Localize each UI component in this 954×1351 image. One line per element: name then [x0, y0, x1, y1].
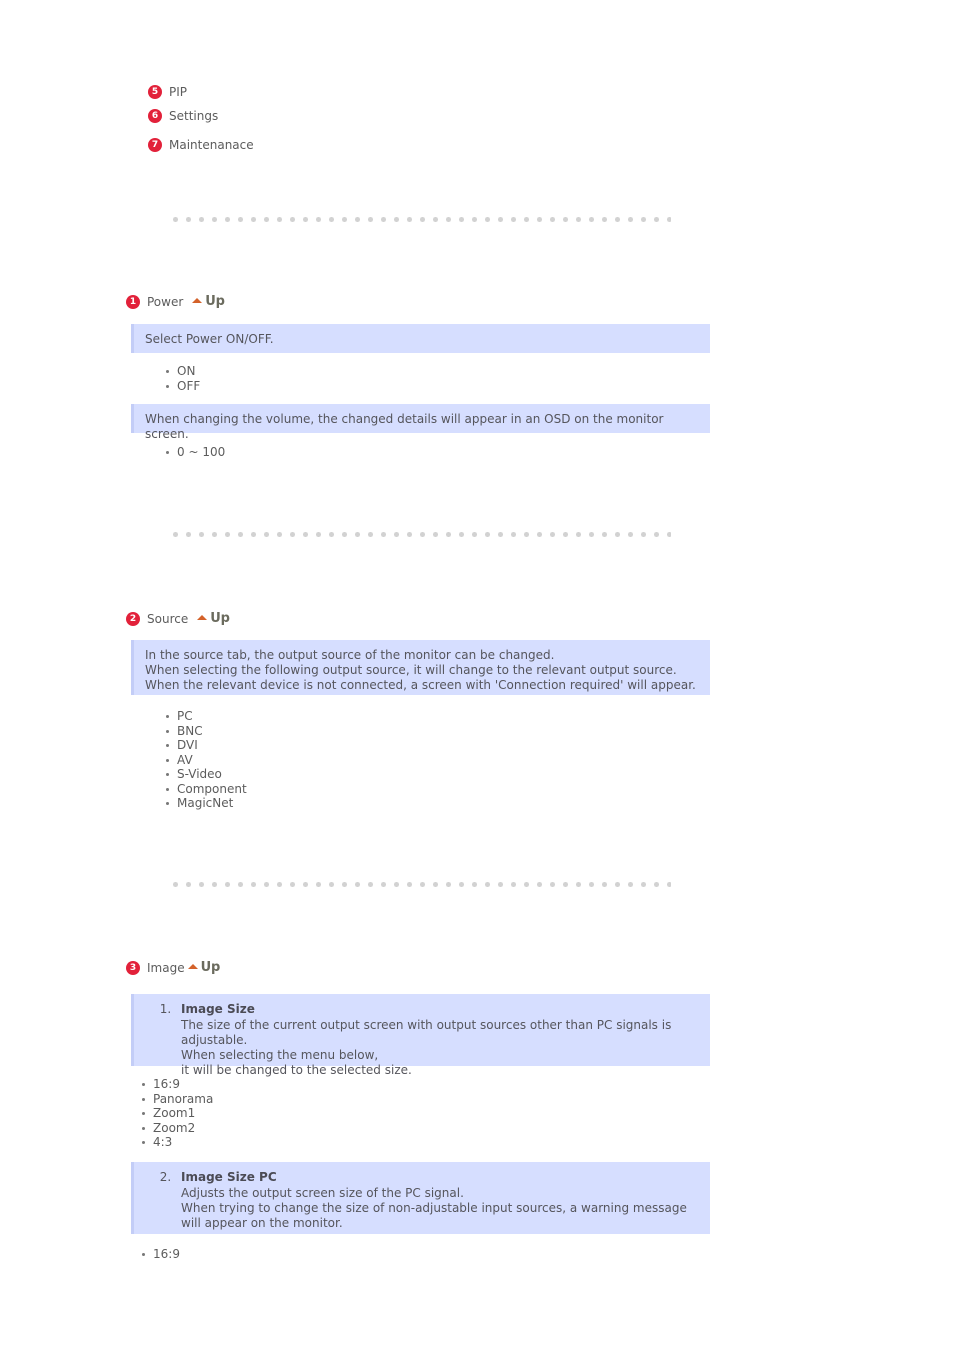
option-list-power: ON OFF: [166, 364, 200, 393]
list-item[interactable]: 7 Maintenanace: [148, 133, 254, 157]
section-header-power: 1 Power Up: [126, 294, 225, 309]
triangle-up-icon: [187, 964, 198, 969]
info-text: When selecting the following output sour…: [145, 663, 677, 677]
list-item: AV: [166, 753, 247, 768]
item-title: Image Size: [181, 1002, 255, 1016]
number-badge-icon: 3: [126, 960, 140, 975]
list-item: Image Size PC Adjusts the output screen …: [175, 1170, 700, 1231]
menu-item-label: Maintenanace: [169, 138, 254, 152]
list-item[interactable]: 6 Settings: [148, 104, 254, 128]
list-item: 16:9: [142, 1077, 213, 1092]
section-header-source: 2 Source Up: [126, 611, 230, 626]
info-box-power: Select Power ON/OFF.: [131, 324, 710, 353]
list-item: MagicNet: [166, 796, 247, 811]
info-text: When selecting the menu below,: [181, 1048, 379, 1062]
number-badge-icon: 5: [148, 85, 162, 99]
up-link-label: Up: [210, 611, 230, 626]
up-link-label: Up: [205, 294, 225, 309]
info-text: Select Power ON/OFF.: [145, 332, 274, 346]
list-item: Component: [166, 782, 247, 797]
menu-item-label: Settings: [169, 109, 219, 123]
list-item: PC: [166, 709, 247, 724]
menu-list: 5 PIP 6 Settings 7 Maintenanace: [148, 80, 254, 157]
list-item: BNC: [166, 724, 247, 739]
list-item: Zoom2: [142, 1121, 213, 1136]
section-divider: [169, 532, 671, 537]
up-link-label: Up: [200, 960, 221, 975]
option-list-volume: 0 ~ 100: [166, 445, 225, 460]
list-item: 16:9: [142, 1247, 180, 1262]
info-box-image-size: Image Size The size of the current outpu…: [131, 994, 710, 1077]
page-root: 5 PIP 6 Settings 7 Maintenanace 1 Power …: [0, 0, 954, 1351]
list-item: Zoom1: [142, 1106, 213, 1121]
option-list-source: PC BNC DVI AV S-Video Component MagicNet: [166, 709, 247, 811]
page-title: Power: [147, 294, 184, 309]
info-text: When the relevant device is not connecte…: [145, 678, 696, 692]
info-text: When trying to change the size of non-ad…: [181, 1201, 687, 1230]
list-item: 0 ~ 100: [166, 445, 225, 460]
list-item: 4:3: [142, 1135, 213, 1150]
option-list-image-size: 16:9 Panorama Zoom1 Zoom2 4:3: [142, 1077, 213, 1150]
info-text: it will be changed to the selected size.: [181, 1063, 412, 1077]
list-item: DVI: [166, 738, 247, 753]
number-badge-icon: 1: [126, 294, 140, 309]
item-title: Image Size PC: [181, 1170, 277, 1184]
up-link[interactable]: Up: [197, 611, 230, 626]
list-item: Image Size The size of the current outpu…: [175, 1002, 700, 1078]
triangle-up-icon: [192, 298, 203, 303]
info-text: Adjusts the output screen size of the PC…: [181, 1186, 464, 1200]
option-list-image-size-pc: 16:9: [142, 1247, 180, 1262]
info-box-image-size-pc: Image Size PC Adjusts the output screen …: [131, 1162, 710, 1234]
page-title: Image: [147, 960, 185, 975]
info-box-source: In the source tab, the output source of …: [131, 640, 710, 695]
list-item[interactable]: 5 PIP: [148, 80, 254, 104]
list-item: OFF: [166, 379, 200, 394]
info-text: In the source tab, the output source of …: [145, 648, 555, 662]
section-divider: [169, 217, 671, 222]
number-badge-icon: 6: [148, 109, 162, 123]
triangle-up-icon: [197, 615, 208, 620]
info-text: When changing the volume, the changed de…: [145, 412, 664, 441]
list-item: S-Video: [166, 767, 247, 782]
up-link[interactable]: Up: [187, 960, 221, 975]
number-badge-icon: 7: [148, 138, 162, 152]
up-link[interactable]: Up: [192, 294, 225, 309]
menu-item-label: PIP: [169, 85, 188, 99]
number-badge-icon: 2: [126, 611, 140, 626]
info-box-volume: When changing the volume, the changed de…: [131, 404, 710, 441]
list-item: ON: [166, 364, 200, 379]
info-text: The size of the current output screen wi…: [181, 1018, 672, 1047]
list-item: Panorama: [142, 1092, 213, 1107]
page-title: Source: [147, 611, 189, 626]
section-header-image: 3 Image Up: [126, 960, 220, 975]
section-divider: [169, 882, 671, 887]
